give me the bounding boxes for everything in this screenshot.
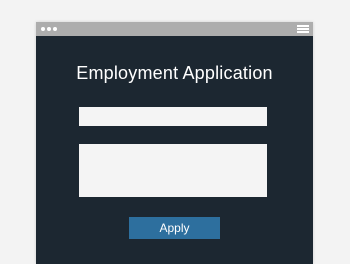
form-title: Employment Application <box>76 63 273 83</box>
text-area[interactable] <box>79 144 267 197</box>
window-titlebar <box>36 22 313 36</box>
apply-button[interactable]: Apply <box>129 217 220 239</box>
browser-window: Employment Application Apply <box>36 22 313 264</box>
window-dot-icon[interactable] <box>41 27 45 31</box>
text-input[interactable] <box>79 107 267 126</box>
window-dot-icon[interactable] <box>47 27 51 31</box>
window-dot-icon[interactable] <box>53 27 57 31</box>
menu-icon[interactable] <box>297 25 309 33</box>
